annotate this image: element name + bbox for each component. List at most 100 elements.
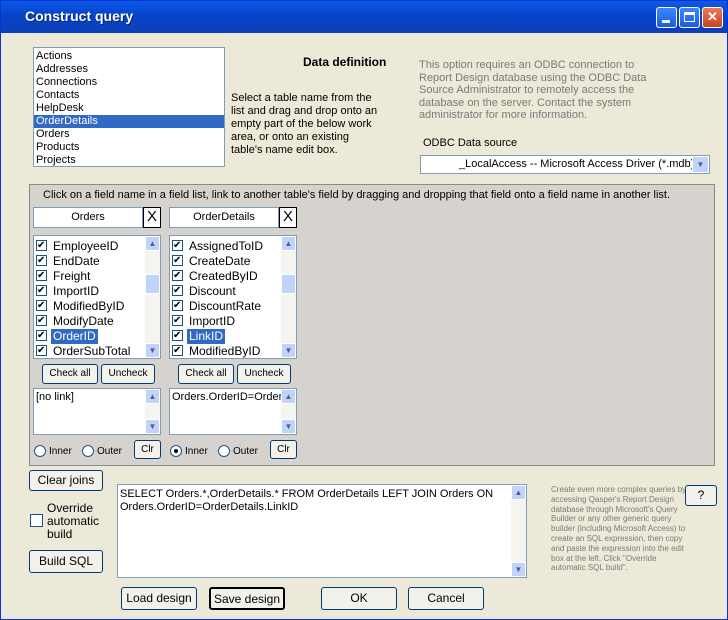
tables-list-item[interactable]: HelpDesk	[34, 102, 224, 115]
field-list[interactable]: AssignedToIDCreateDateCreatedByIDDiscoun…	[169, 235, 297, 359]
tables-list-item[interactable]: Products	[34, 141, 224, 154]
field-row[interactable]: ModifyDate	[36, 313, 116, 329]
check-all-button[interactable]: Check all	[42, 364, 98, 384]
field-checkbox[interactable]	[172, 343, 183, 358]
field-list-scrollbar[interactable]: ▲ ▼	[281, 236, 296, 358]
field-row[interactable]: ModifiedByID	[172, 343, 262, 358]
outer-join-radio[interactable]	[218, 445, 230, 457]
table-name-field[interactable]: Orders	[33, 207, 143, 228]
tables-list-item[interactable]: Orders	[34, 128, 224, 141]
scroll-thumb[interactable]	[281, 274, 296, 294]
link-memo-scrollbar[interactable]: ▲ ▼	[145, 389, 160, 434]
remove-table-button[interactable]: X	[143, 207, 161, 228]
link-memo[interactable]: [no link] ▲ ▼	[33, 388, 161, 435]
tables-list-item[interactable]: OrderDetails	[34, 115, 224, 128]
clear-joins-button[interactable]: Clear joins	[29, 470, 103, 491]
dropdown-arrow-icon[interactable]: ▼	[692, 156, 709, 173]
inner-join-radio[interactable]	[34, 445, 46, 457]
scroll-up-icon[interactable]: ▲	[145, 236, 160, 251]
cancel-button[interactable]: Cancel	[408, 587, 484, 610]
scroll-thumb[interactable]	[145, 274, 160, 294]
field-checkbox[interactable]	[172, 328, 183, 343]
field-checkbox[interactable]	[172, 283, 183, 298]
override-automatic-build-label: Override automatic build	[47, 501, 100, 541]
tables-list-item[interactable]: Projects	[34, 154, 224, 166]
clear-link-button[interactable]: Clr	[270, 440, 297, 459]
scroll-up-icon[interactable]: ▲	[281, 389, 296, 404]
ok-button[interactable]: OK	[321, 587, 397, 610]
help-button[interactable]: ?	[685, 485, 717, 506]
field-row[interactable]: ImportID	[172, 313, 237, 329]
field-row[interactable]: CreatedByID	[172, 268, 260, 284]
scroll-up-icon[interactable]: ▲	[511, 485, 526, 500]
field-checkbox[interactable]	[172, 238, 183, 253]
title-bar[interactable]: Construct query ✕	[1, 1, 727, 33]
maximize-button[interactable]	[679, 7, 700, 28]
field-checkbox[interactable]	[172, 253, 183, 268]
odbc-data-source-select[interactable]: _LocalAccess -- Microsoft Access Driver …	[420, 155, 710, 174]
odbc-note: This option requires an ODBC connection …	[419, 59, 647, 121]
scroll-up-icon[interactable]: ▲	[281, 236, 296, 251]
field-row[interactable]: DiscountRate	[172, 298, 263, 314]
load-design-button[interactable]: Load design	[121, 587, 197, 610]
override-automatic-build-checkbox[interactable]	[30, 514, 43, 527]
table-name: Orders	[71, 211, 105, 223]
uncheck-button[interactable]: Uncheck	[101, 364, 155, 384]
sql-text: SELECT Orders.*,OrderDetails.* FROM Orde…	[120, 488, 494, 513]
field-name: CreateDate	[189, 254, 251, 268]
link-memo[interactable]: Orders.OrderID=OrderDetails.LinkID▲▼	[169, 388, 297, 435]
field-checkbox[interactable]	[172, 313, 183, 328]
tables-list[interactable]: Actions Addresses Connections Contacts HelpD…	[33, 47, 225, 167]
scroll-down-icon[interactable]: ▼	[145, 419, 160, 434]
inner-join-label: Inner	[185, 446, 208, 457]
field-row[interactable]: ImportID	[36, 283, 101, 299]
link-memo-scrollbar[interactable]: ▲ ▼	[281, 389, 296, 434]
field-checkbox[interactable]	[36, 238, 47, 253]
outer-join-radio[interactable]	[82, 445, 94, 457]
field-row[interactable]: EndDate	[36, 253, 102, 269]
sql-scrollbar[interactable]: ▲ ▼	[511, 485, 526, 577]
field-checkbox[interactable]	[172, 298, 183, 313]
field-checkbox[interactable]	[36, 298, 47, 313]
field-row[interactable]: OrderSubTotal	[36, 343, 132, 358]
scroll-down-icon[interactable]: ▼	[145, 343, 160, 358]
build-sql-button[interactable]: Build SQL	[29, 550, 103, 573]
remove-table-button[interactable]: X	[279, 207, 297, 228]
close-button[interactable]: ✕	[702, 7, 723, 28]
field-checkbox[interactable]	[36, 253, 47, 268]
tables-list-item[interactable]: Contacts	[34, 89, 224, 102]
field-row[interactable]: Freight	[36, 268, 92, 284]
table-name-field[interactable]: OrderDetails	[169, 207, 279, 228]
tables-list-item[interactable]: Actions	[34, 50, 224, 63]
uncheck-button[interactable]: Uncheck	[237, 364, 291, 384]
field-row[interactable]: ModifiedByID	[36, 298, 126, 314]
field-checkbox[interactable]	[172, 268, 183, 283]
tables-list-item[interactable]: Connections	[34, 76, 224, 89]
scroll-down-icon[interactable]: ▼	[281, 419, 296, 434]
field-name: EndDate	[53, 254, 100, 268]
clear-link-button[interactable]: Clr	[134, 440, 161, 459]
field-checkbox[interactable]	[36, 268, 47, 283]
scroll-up-icon[interactable]: ▲	[145, 389, 160, 404]
field-row[interactable]: OrderID	[36, 328, 98, 344]
scroll-down-icon[interactable]: ▼	[281, 343, 296, 358]
save-design-button[interactable]: Save design	[209, 587, 285, 610]
field-list[interactable]: EmployeeIDEndDateFreightImportIDModified…	[33, 235, 161, 359]
check-all-button[interactable]: Check all	[178, 364, 234, 384]
scroll-down-icon[interactable]: ▼	[511, 562, 526, 577]
field-name: OrderSubTotal	[53, 344, 131, 358]
field-checkbox[interactable]	[36, 283, 47, 298]
field-row[interactable]: AssignedToID	[172, 238, 265, 254]
field-checkbox[interactable]	[36, 343, 47, 358]
inner-join-radio[interactable]	[170, 445, 182, 457]
minimize-button[interactable]	[656, 7, 677, 28]
sql-editor[interactable]: SELECT Orders.*,OrderDetails.* FROM Orde…	[117, 484, 527, 578]
field-checkbox[interactable]	[36, 313, 47, 328]
field-row[interactable]: Discount	[172, 283, 238, 299]
field-list-scrollbar[interactable]: ▲ ▼	[145, 236, 160, 358]
field-row[interactable]: CreateDate	[172, 253, 252, 269]
tables-list-item[interactable]: Addresses	[34, 63, 224, 76]
field-row[interactable]: EmployeeID	[36, 238, 120, 254]
field-row[interactable]: LinkID	[172, 328, 226, 344]
field-checkbox[interactable]	[36, 328, 47, 343]
